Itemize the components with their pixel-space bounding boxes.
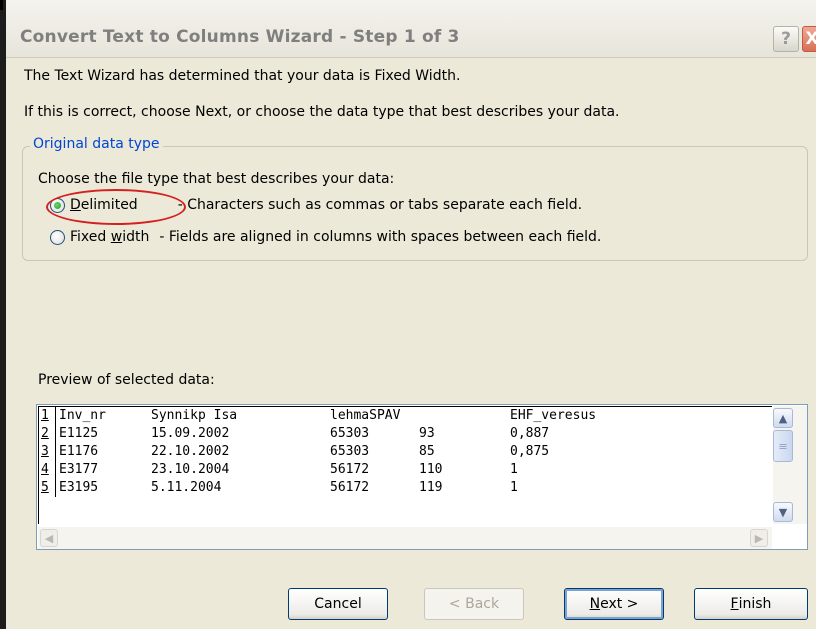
chevron-up-icon: ▲ bbox=[778, 411, 788, 425]
preview-cell: 85 bbox=[419, 444, 435, 459]
wizard-dialog: Convert Text to Columns Wizard - Step 1 … bbox=[0, 0, 816, 629]
back-button[interactable]: < Back bbox=[424, 588, 524, 620]
radio-fixed-width[interactable]: Fixed width - Fields are aligned in colu… bbox=[50, 229, 601, 245]
next-button[interactable]: Next > bbox=[564, 588, 664, 620]
preview-cell: EHF_veresus bbox=[510, 408, 597, 423]
preview-cell: 0,875 bbox=[510, 444, 550, 459]
preview-cell: 119 bbox=[419, 480, 443, 495]
preview-row-number: 3 bbox=[41, 444, 49, 459]
preview-cell: lehmaSPAV bbox=[330, 408, 401, 423]
preview-row-number: 4 bbox=[41, 462, 49, 477]
preview-cell: E3195 bbox=[59, 480, 99, 495]
preview-row: 4 E3177 23.10.2004 56172 110 1 bbox=[39, 461, 772, 479]
help-icon: ? bbox=[781, 29, 791, 49]
radio-button-icon[interactable] bbox=[50, 229, 65, 245]
file-type-prompt: Choose the file type that best describes… bbox=[38, 171, 395, 187]
preview-label: Preview of selected data: bbox=[38, 372, 215, 388]
preview-row-number: 5 bbox=[41, 480, 49, 495]
radio-fixed-width-description: - Fields are aligned in columns with spa… bbox=[159, 229, 602, 245]
intro-line-1: The Text Wizard has determined that your… bbox=[24, 68, 461, 84]
horizontal-scrollbar[interactable]: ◀ ▶ bbox=[38, 527, 772, 549]
preview-cell: 22.10.2002 bbox=[151, 444, 230, 459]
close-button[interactable]: X bbox=[802, 26, 816, 52]
preview-cell: 1 bbox=[510, 480, 518, 495]
vertical-scroll-thumb[interactable]: ≡ bbox=[773, 430, 793, 462]
row-separator bbox=[55, 407, 56, 425]
row-separator bbox=[55, 443, 56, 461]
preview-cell: 110 bbox=[419, 462, 443, 477]
preview-cell: 93 bbox=[419, 426, 435, 441]
chevron-down-icon: ▼ bbox=[778, 505, 788, 519]
radio-delimited-description: - Characters such as commas or tabs sepa… bbox=[177, 197, 583, 213]
finish-button[interactable]: Finish bbox=[694, 588, 808, 620]
preview-row: 5 E3195 5.11.2004 56172 119 1 bbox=[39, 479, 772, 497]
preview-row: 2 E1125 15.09.2002 65303 93 0,887 bbox=[39, 425, 772, 443]
preview-cell: 23.10.2004 bbox=[151, 462, 230, 477]
scroll-right-button[interactable]: ▶ bbox=[750, 529, 768, 547]
vertical-scrollbar[interactable]: ▲ ≡ ▼ bbox=[773, 406, 807, 524]
preview-cell: 1 bbox=[510, 462, 518, 477]
chevron-left-icon: ◀ bbox=[44, 531, 54, 545]
row-separator bbox=[55, 461, 56, 479]
preview-cell: E1176 bbox=[59, 444, 99, 459]
group-label: Original data type bbox=[30, 136, 163, 152]
window-title: Convert Text to Columns Wizard - Step 1 … bbox=[20, 27, 460, 47]
grip-icon: ≡ bbox=[778, 439, 788, 453]
preview-cell: 56172 bbox=[330, 462, 370, 477]
preview-cell: E1125 bbox=[59, 426, 99, 441]
close-icon: X bbox=[805, 29, 816, 49]
preview-cell: 65303 bbox=[330, 426, 370, 441]
preview-cell: 65303 bbox=[330, 444, 370, 459]
data-preview-grid: 1 Inv_nr Synnikp Isa lehmaSPAV EHF_veres… bbox=[38, 406, 772, 524]
row-separator bbox=[55, 425, 56, 443]
preview-cell: Synnikp Isa bbox=[151, 408, 238, 423]
preview-cell: 15.09.2002 bbox=[151, 426, 230, 441]
title-bar[interactable]: Convert Text to Columns Wizard - Step 1 … bbox=[6, 0, 816, 58]
red-highlight-ellipse bbox=[46, 189, 186, 225]
preview-cell: 5.11.2004 bbox=[151, 480, 222, 495]
preview-row: 3 E1176 22.10.2002 65303 85 0,875 bbox=[39, 443, 772, 461]
radio-fixed-width-label[interactable]: Fixed width bbox=[70, 229, 149, 245]
window-corner-notch bbox=[0, 0, 3, 10]
preview-row: 1 Inv_nr Synnikp Isa lehmaSPAV EHF_veres… bbox=[39, 407, 772, 425]
preview-cell: 0,887 bbox=[510, 426, 550, 441]
preview-cell: 56172 bbox=[330, 480, 370, 495]
help-button[interactable]: ? bbox=[773, 26, 799, 52]
preview-row-number: 2 bbox=[41, 426, 49, 441]
intro-line-2: If this is correct, choose Next, or choo… bbox=[24, 104, 620, 120]
preview-cell: Inv_nr bbox=[59, 408, 106, 423]
data-preview-box[interactable]: 1 Inv_nr Synnikp Isa lehmaSPAV EHF_veres… bbox=[36, 404, 808, 550]
preview-cell: E3177 bbox=[59, 462, 99, 477]
scroll-up-button[interactable]: ▲ bbox=[773, 408, 793, 428]
scroll-down-button[interactable]: ▼ bbox=[773, 502, 793, 522]
scroll-left-button[interactable]: ◀ bbox=[40, 529, 58, 547]
preview-row-number: 1 bbox=[41, 408, 49, 423]
row-separator bbox=[55, 479, 56, 497]
chevron-right-icon: ▶ bbox=[754, 531, 764, 545]
cancel-button[interactable]: Cancel bbox=[288, 588, 388, 620]
window-left-edge bbox=[0, 0, 6, 629]
